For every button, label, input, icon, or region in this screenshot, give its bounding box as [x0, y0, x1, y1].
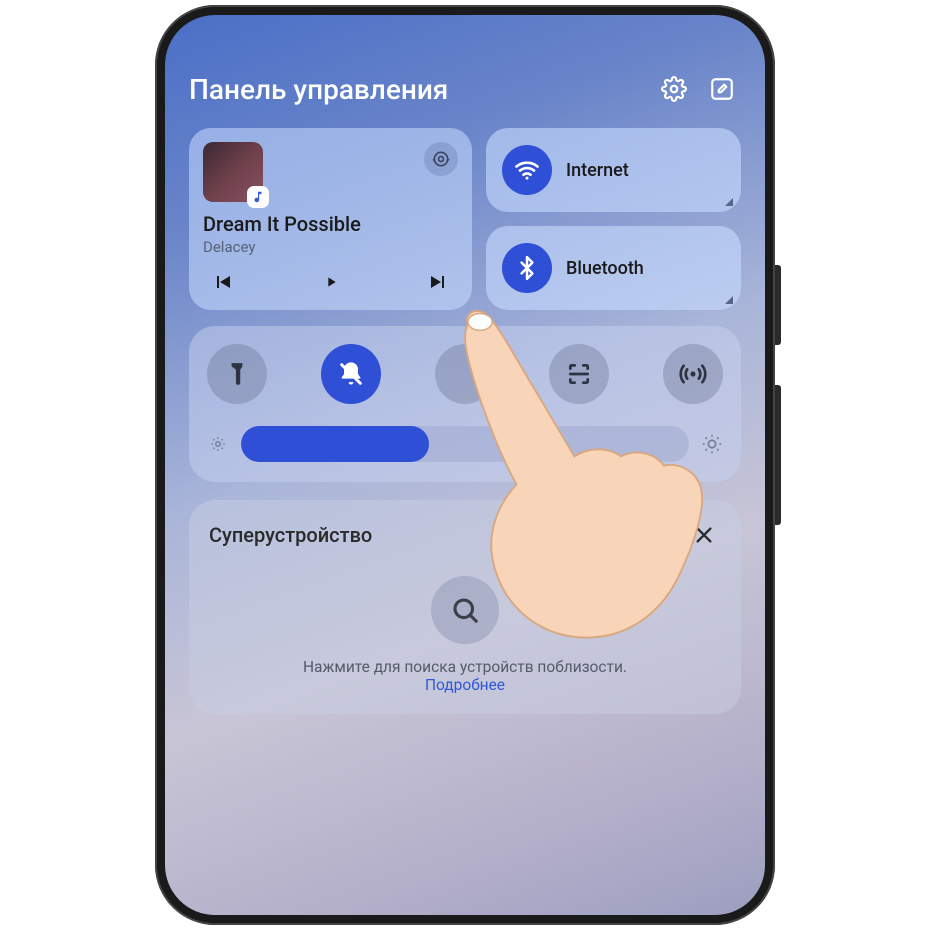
- skip-previous-icon: [211, 270, 235, 294]
- hotspot-toggle[interactable]: [663, 344, 723, 404]
- side-button-2: [775, 385, 781, 525]
- search-devices-button[interactable]: [431, 576, 499, 644]
- internet-tile[interactable]: Internet: [486, 128, 741, 212]
- brightness-high-icon: [701, 433, 723, 455]
- super-device-title: Суперустройство: [209, 523, 633, 547]
- super-device-card: Суперустройство Нажмите для поиска устро…: [189, 500, 741, 714]
- close-icon: [693, 524, 715, 546]
- skip-next-icon: [426, 270, 450, 294]
- music-note-icon: [251, 190, 265, 204]
- album-art: [203, 142, 263, 202]
- flashlight-toggle[interactable]: [207, 344, 267, 404]
- wifi-icon: [513, 156, 541, 184]
- hotspot-icon: [679, 360, 707, 388]
- gear-icon: [661, 76, 687, 102]
- expand-corner-icon: [725, 198, 733, 206]
- search-icon: [450, 595, 480, 625]
- media-controls: [203, 268, 458, 296]
- quick-toggles-panel: [189, 326, 741, 482]
- bluetooth-tile[interactable]: Bluetooth: [486, 226, 741, 310]
- super-device-close-button[interactable]: [687, 518, 721, 552]
- next-track-button[interactable]: [424, 268, 452, 296]
- wifi-icon-wrap: [502, 145, 552, 195]
- edit-button[interactable]: [703, 70, 741, 108]
- screenshot-toggle[interactable]: [549, 344, 609, 404]
- bluetooth-label: Bluetooth: [566, 258, 644, 279]
- media-card[interactable]: Dream It Possible Delacey: [189, 128, 472, 310]
- flashlight-icon: [224, 361, 250, 387]
- music-app-badge: [247, 186, 269, 208]
- page-title: Панель управления: [189, 73, 645, 106]
- brightness-track[interactable]: [241, 426, 689, 462]
- internet-label: Internet: [566, 160, 629, 181]
- settings-button[interactable]: [655, 70, 693, 108]
- edit-icon: [709, 76, 735, 102]
- screenshot-icon: [566, 361, 592, 387]
- super-device-hint: Нажмите для поиска устройств поблизости.: [209, 658, 721, 676]
- track-artist: Delacey: [203, 238, 458, 256]
- audio-output-button[interactable]: [424, 142, 458, 176]
- track-title: Dream It Possible: [203, 212, 458, 236]
- bluetooth-icon: [514, 255, 540, 281]
- audio-output-icon: [431, 149, 451, 169]
- side-button-1: [775, 265, 781, 345]
- play-icon: [323, 270, 339, 294]
- super-device-target-button[interactable]: [643, 518, 677, 552]
- brightness-low-icon: [207, 433, 229, 455]
- mute-toggle[interactable]: [321, 344, 381, 404]
- previous-track-button[interactable]: [209, 268, 237, 296]
- bell-off-icon: [337, 360, 365, 388]
- screen: Панель управления: [165, 15, 765, 915]
- target-icon: [648, 523, 672, 547]
- bluetooth-icon-wrap: [502, 243, 552, 293]
- super-device-more-link[interactable]: Подробнее: [209, 676, 721, 694]
- brightness-fill: [241, 426, 429, 462]
- phone-frame: Панель управления: [155, 5, 775, 925]
- header: Панель управления: [189, 70, 741, 108]
- expand-corner-icon: [725, 296, 733, 304]
- toggle-3[interactable]: [435, 344, 495, 404]
- brightness-slider[interactable]: [207, 426, 723, 462]
- play-pause-button[interactable]: [317, 268, 345, 296]
